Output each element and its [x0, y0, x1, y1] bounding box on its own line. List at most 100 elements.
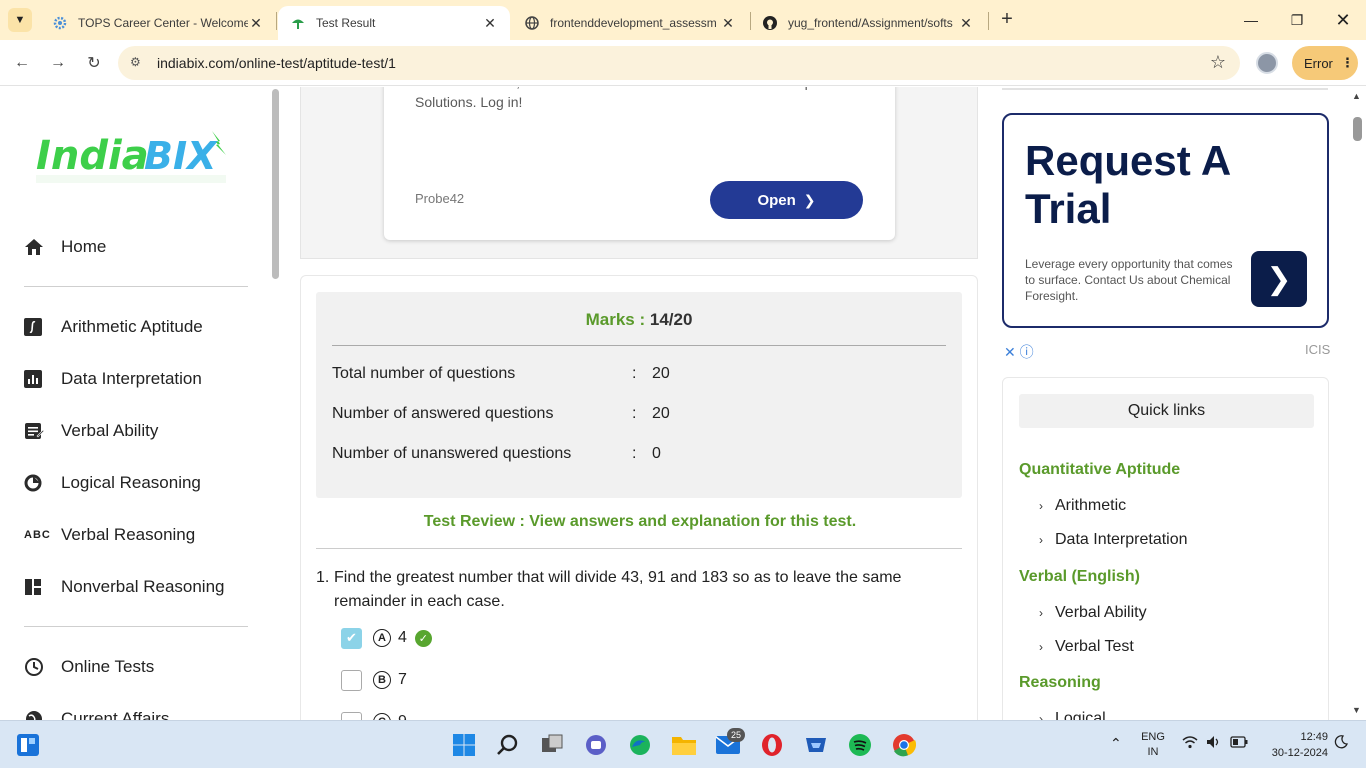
ad-description: Leverage every opportunity that comes to… [1025, 257, 1233, 303]
option-b[interactable]: B 7 [341, 668, 407, 692]
indiabix-logo[interactable]: India BIX [34, 127, 234, 187]
sidebar-scrollbar-thumb[interactable] [272, 89, 279, 279]
marks-label: Marks : [585, 310, 646, 329]
widgets-icon[interactable] [14, 731, 42, 759]
language-indicator[interactable]: ENG IN [1140, 730, 1166, 760]
site-info-icon[interactable]: ⚙ [130, 55, 146, 71]
bookmark-star-icon[interactable]: ☆ [1210, 52, 1226, 73]
sidebar-item-nonverbal-reasoning[interactable]: Nonverbal Reasoning [24, 572, 225, 602]
ad-open-button[interactable]: Open ❯ [710, 181, 863, 219]
quick-links-panel: Quick links Quantitative Aptitude › Arit… [1002, 377, 1329, 720]
ad-arrow-button[interactable]: ❯ [1251, 251, 1307, 307]
option-letter: A [373, 629, 391, 647]
stat-label: Total number of questions [332, 365, 516, 382]
spotify-icon[interactable] [846, 731, 874, 759]
sidebar-item-arithmetic-aptitude[interactable]: Arithmetic Aptitude [24, 312, 203, 342]
stat-value: 20 [652, 405, 670, 422]
wifi-icon[interactable] [1182, 735, 1198, 752]
sidebar-item-verbal-reasoning[interactable]: ABC Verbal Reasoning [24, 520, 195, 550]
url-text[interactable]: indiabix.com/online-test/aptitude-test/1 [157, 55, 396, 71]
option-checkbox-checked[interactable]: ✔ [341, 627, 362, 649]
page-scrollbar[interactable] [1349, 87, 1366, 720]
search-icon[interactable] [494, 731, 522, 759]
forward-button[interactable]: → [44, 49, 72, 77]
option-a[interactable]: ✔ A 4 ✓ [341, 626, 432, 650]
close-icon[interactable]: ✕ [720, 15, 736, 32]
opera-browser-icon[interactable] [758, 731, 786, 759]
notification-moon-icon[interactable] [1334, 735, 1348, 752]
back-button[interactable]: ← [8, 49, 36, 77]
option-checkbox[interactable] [341, 711, 362, 720]
app-icon[interactable] [802, 731, 830, 759]
tab-github[interactable]: yug_frontend/Assignment/softs ✕ [750, 6, 986, 40]
ad-close-info-icon[interactable]: ✕ ⓘ [1004, 342, 1034, 362]
quick-link-item[interactable]: › Arithmetic [1039, 497, 1126, 515]
sidebar-item-data-interpretation[interactable]: Data Interpretation [24, 364, 202, 394]
close-icon[interactable]: ✕ [958, 15, 974, 32]
clock-icon [24, 657, 50, 677]
sidebar-item-label: Online Tests [61, 657, 155, 676]
battery-icon[interactable] [1230, 736, 1248, 751]
page-content: India BIX Home Arithmetic Aptitude Data … [0, 87, 1366, 720]
restore-button[interactable]: ❐ [1274, 0, 1320, 40]
quick-links-category[interactable]: Reasoning [1019, 674, 1101, 692]
sidebar-item-online-tests[interactable]: Online Tests [24, 652, 154, 682]
sidebar-item-verbal-ability[interactable]: Verbal Ability [24, 416, 158, 446]
quick-link-item[interactable]: › Data Interpretation [1039, 531, 1188, 549]
edge-browser-icon[interactable] [626, 731, 654, 759]
tab-test-result[interactable]: Test Result ✕ [278, 6, 510, 40]
ad-card[interactable]: Find New Leads, Increase Share of Wallet… [384, 87, 895, 240]
option-letter: C [373, 713, 391, 720]
volume-icon[interactable] [1206, 735, 1222, 752]
correct-check-icon: ✓ [414, 629, 432, 647]
error-label: Error [1304, 55, 1333, 71]
clock-time: 12:49 [1300, 731, 1328, 743]
review-divider [316, 548, 962, 549]
file-explorer-icon[interactable] [670, 731, 698, 759]
puzzle-icon [24, 473, 50, 493]
close-window-button[interactable]: ✕ [1320, 0, 1366, 40]
globe-favicon-icon [524, 15, 540, 31]
close-icon[interactable]: ✕ [482, 15, 498, 32]
quick-link-item[interactable]: › Verbal Test [1039, 638, 1134, 656]
reload-button[interactable]: ↻ [80, 49, 108, 77]
quick-link-item[interactable]: › Logical [1039, 710, 1106, 720]
page-scrollbar-thumb[interactable] [1353, 117, 1362, 141]
tab-frontend-assessment[interactable]: frontenddevelopment_assessm ✕ [512, 6, 748, 40]
scroll-up-arrow-icon[interactable]: ▲ [1352, 91, 1361, 101]
tab-search-button[interactable]: ▼ [8, 8, 32, 32]
new-tab-button[interactable]: + [996, 8, 1018, 32]
url-field[interactable]: ⚙ indiabix.com/online-test/aptitude-test… [118, 46, 1240, 80]
profile-avatar[interactable] [1256, 52, 1278, 74]
close-icon[interactable]: ✕ [248, 15, 264, 32]
sidebar-item-logical-reasoning[interactable]: Logical Reasoning [24, 468, 201, 498]
tab-title: Test Result [316, 16, 376, 30]
region-code: IN [1147, 746, 1159, 758]
quick-link-label: Arithmetic [1055, 497, 1127, 514]
tab-title: yug_frontend/Assignment/softs [788, 16, 953, 30]
tab-tops-career[interactable]: TOPS Career Center - Welcome ✕ [40, 6, 276, 40]
error-menu-button[interactable]: Error ⋮ [1292, 46, 1358, 80]
sidebar-item-current-affairs[interactable]: Current Affairs [24, 704, 169, 720]
teams-chat-icon[interactable] [582, 731, 610, 759]
show-hidden-icons-chevron-icon[interactable]: ⌃ [1110, 735, 1122, 752]
start-menu-icon[interactable] [450, 731, 478, 759]
test-review-link[interactable]: Test Review : View answers and explanati… [301, 513, 979, 531]
task-view-icon[interactable] [538, 731, 566, 759]
option-checkbox[interactable] [341, 669, 362, 691]
quick-links-category[interactable]: Verbal (English) [1019, 568, 1140, 586]
sidebar-item-label: Logical Reasoning [61, 473, 201, 492]
quick-links-category[interactable]: Quantitative Aptitude [1019, 461, 1180, 479]
sidebar-item-home[interactable]: Home [24, 232, 106, 262]
quick-link-item[interactable]: › Verbal Ability [1039, 604, 1147, 622]
chrome-icon[interactable] [890, 731, 918, 759]
globe-icon [24, 709, 50, 720]
scroll-down-arrow-icon[interactable]: ▼ [1352, 705, 1361, 715]
minimize-button[interactable]: — [1228, 0, 1274, 40]
more-vert-icon: ⋮ [1340, 55, 1354, 70]
advertisement-request-trial[interactable]: Request A Trial Leverage every opportuni… [1002, 113, 1329, 328]
stat-label: Number of unanswered questions [332, 445, 572, 462]
option-c[interactable]: C 9 [341, 710, 407, 720]
option-value: 4 [398, 629, 407, 646]
system-clock[interactable]: 12:49 30-12-2024 [1256, 729, 1328, 761]
